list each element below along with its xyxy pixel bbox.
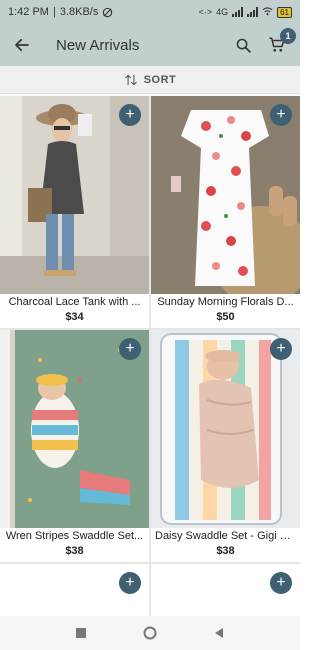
add-to-cart-button[interactable]: +	[270, 104, 292, 126]
plus-icon: +	[276, 106, 286, 123]
product-card[interactable]: + Daisy Swaddle Set - Gigi + ... $38	[151, 330, 300, 562]
search-button[interactable]	[230, 32, 256, 58]
cart-count-badge: 1	[280, 28, 296, 44]
product-name[interactable]: Sunday Morning Florals D...	[151, 296, 300, 308]
product-grid: + Charcoal Lace Tank with ... $34 + Sund…	[0, 96, 300, 616]
back-button[interactable]	[10, 33, 34, 57]
signal-icon	[232, 7, 244, 17]
status-right: <·> 4G 61	[198, 6, 292, 18]
plus-icon: +	[125, 574, 135, 591]
status-left: 1:42 PM | 3.8KB/s	[8, 6, 113, 18]
signal-icon-2	[247, 7, 259, 17]
back-icon[interactable]	[213, 627, 225, 639]
product-card[interactable]: + Charcoal Lace Tank with ... $34	[0, 96, 149, 328]
product-card[interactable]: +	[0, 564, 149, 616]
product-name[interactable]: Wren Stripes Swaddle Set...	[0, 530, 149, 542]
add-to-cart-button[interactable]: +	[270, 572, 292, 594]
sort-icon	[124, 74, 137, 85]
product-name[interactable]: Charcoal Lace Tank with ...	[0, 296, 149, 308]
product-name[interactable]: Daisy Swaddle Set - Gigi + ...	[151, 530, 300, 542]
data-saver-icon	[103, 7, 113, 17]
app-bar: New Arrivals 1	[0, 24, 300, 66]
page-title: New Arrivals	[56, 36, 140, 54]
search-icon	[236, 38, 251, 53]
plus-icon: +	[125, 340, 135, 357]
network-type: 4G	[216, 7, 229, 17]
product-card[interactable]: +	[151, 564, 300, 616]
add-to-cart-button[interactable]: +	[270, 338, 292, 360]
product-price: $38	[65, 545, 84, 557]
plus-icon: +	[276, 340, 286, 357]
cart-button[interactable]: 1	[264, 28, 296, 58]
system-nav-bar	[0, 616, 300, 650]
status-bar: 1:42 PM | 3.8KB/s <·> 4G 61	[0, 0, 300, 24]
battery-icon: 61	[277, 6, 292, 18]
add-to-cart-button[interactable]: +	[119, 338, 141, 360]
product-price: $50	[216, 311, 235, 323]
home-icon[interactable]	[143, 626, 157, 640]
add-to-cart-button[interactable]: +	[119, 104, 141, 126]
product-price: $34	[65, 311, 84, 323]
network-speed: 3.8KB/s	[59, 6, 99, 18]
product-price: $38	[216, 545, 235, 557]
status-time: 1:42 PM	[8, 6, 49, 18]
sort-button[interactable]: SORT	[0, 66, 300, 94]
sort-label: SORT	[143, 73, 177, 86]
wifi-icon	[262, 6, 273, 18]
vibrate-icon: <·>	[198, 7, 213, 17]
arrow-left-icon	[15, 38, 29, 52]
product-card[interactable]: + Sunday Morning Florals D... $50	[151, 96, 300, 328]
recents-icon[interactable]	[75, 627, 87, 639]
add-to-cart-button[interactable]: +	[119, 572, 141, 594]
plus-icon: +	[276, 574, 286, 591]
plus-icon: +	[125, 106, 135, 123]
product-card[interactable]: + Wren Stripes Swaddle Set... $38	[0, 330, 149, 562]
